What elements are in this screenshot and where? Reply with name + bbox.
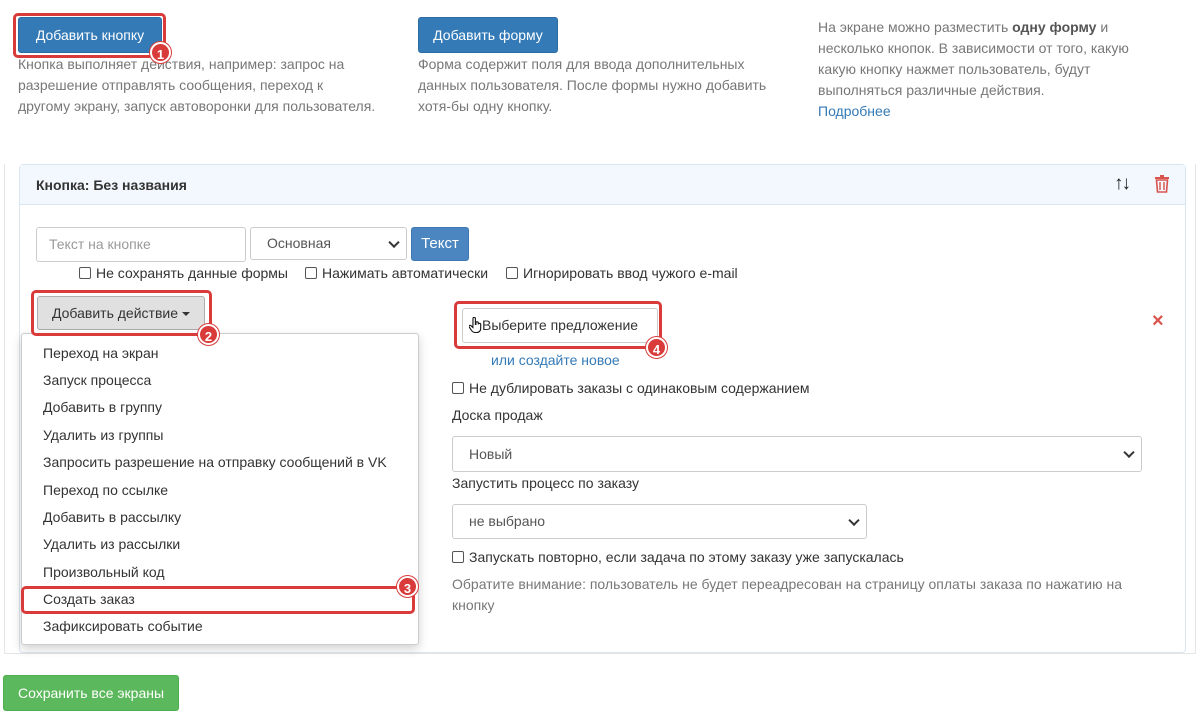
more-link[interactable]: Подробнее (818, 103, 891, 119)
menu-item-track-event[interactable]: Зафиксировать событие (43, 618, 203, 634)
sales-board-select[interactable]: Новый (452, 436, 1142, 472)
create-new-offer-link[interactable]: или создайте новое (491, 352, 620, 368)
screen-info-text: На экране можно разместить одну форму и … (818, 17, 1158, 122)
button-text-input[interactable]: Текст на кнопке (36, 227, 246, 262)
sales-board-label: Доска продаж (452, 407, 543, 423)
no-duplicate-orders-checkbox[interactable]: Не дублировать заказы с одинаковым содер… (452, 380, 810, 396)
menu-item-custom-code[interactable]: Произвольный код (43, 564, 165, 580)
callout-frame-1 (13, 13, 166, 58)
menu-item-request-vk-permission[interactable]: Запросить разрешение на отправку сообщен… (43, 454, 387, 470)
callout-badge-2: 2 (198, 324, 219, 345)
auto-press-checkbox[interactable]: Нажимать автоматически (305, 265, 488, 281)
outer-frame-bottom (4, 653, 1196, 654)
sales-board-value: Новый (469, 446, 513, 462)
menu-item-go-to-screen[interactable]: Переход на экран (43, 345, 158, 361)
rerun-process-label: Запускать повторно, если задача по этому… (469, 549, 904, 565)
callout-frame-2 (31, 290, 212, 336)
add-form-description: Форма содержит поля для ввода дополнител… (418, 56, 767, 114)
run-process-select[interactable]: не выбрано (452, 504, 867, 539)
remove-action-icon[interactable]: × (1152, 310, 1164, 333)
order-redirect-note: Обратите внимание: пользователь не будет… (452, 576, 1123, 613)
run-process-label: Запустить процесс по заказу (452, 475, 639, 491)
no-save-form-checkbox[interactable]: Не сохранять данные формы (79, 265, 288, 281)
checkbox-box[interactable] (452, 382, 464, 394)
callout-badge-3: 3 (397, 576, 418, 597)
callout-badge-4: 4 (646, 337, 667, 358)
add-form-button[interactable]: Добавить форму (418, 17, 558, 53)
info-text-pre: На экране можно разместить (818, 19, 1013, 35)
button-style-select[interactable]: Основная (250, 227, 407, 260)
menu-item-follow-link[interactable]: Переход по ссылке (43, 482, 168, 498)
menu-item-add-to-mailing[interactable]: Добавить в рассылку (43, 509, 181, 525)
chevron-down-icon (848, 514, 860, 526)
checkbox-box[interactable] (452, 551, 464, 563)
text-button[interactable]: Текст (411, 227, 469, 261)
callout-frame-3 (21, 586, 415, 614)
save-all-screens-button[interactable]: Сохранить все экраны (3, 675, 179, 711)
panel-title: Кнопка: Без названия (36, 177, 187, 193)
ignore-email-label: Игнорировать ввод чужого e-mail (523, 265, 738, 281)
chevron-down-icon (1123, 446, 1135, 459)
callout-badge-1: 1 (150, 42, 171, 63)
menu-item-remove-from-group[interactable]: Удалить из группы (43, 427, 163, 443)
outer-frame-right (1195, 164, 1196, 654)
no-save-form-label: Не сохранять данные формы (96, 265, 288, 281)
menu-item-remove-from-mailing[interactable]: Удалить из рассылки (43, 536, 180, 552)
checkbox-box[interactable] (305, 267, 317, 279)
move-arrows-icon[interactable]: ↑↓ (1114, 173, 1131, 195)
panel-heading: Кнопка: Без названия ↑↓ (20, 165, 1185, 205)
ignore-email-checkbox[interactable]: Игнорировать ввод чужого e-mail (506, 265, 738, 281)
chevron-down-icon (388, 236, 400, 248)
rerun-process-checkbox[interactable]: Запускать повторно, если задача по этому… (452, 549, 904, 565)
auto-press-label: Нажимать автоматически (322, 265, 489, 281)
run-process-value: не выбрано (469, 513, 546, 529)
outer-frame-left (4, 164, 5, 653)
info-text-bold: одну форму (1012, 19, 1097, 35)
no-duplicate-orders-label: Не дублировать заказы с одинаковым содер… (469, 380, 810, 396)
button-style-value: Основная (267, 235, 331, 251)
add-button-description: Кнопка выполняет действия, например: зап… (18, 56, 376, 114)
trash-icon[interactable] (1155, 175, 1169, 193)
callout-frame-4 (454, 301, 662, 349)
checkbox-box[interactable] (506, 267, 518, 279)
menu-item-start-process[interactable]: Запуск процесса (43, 372, 151, 388)
menu-item-add-to-group[interactable]: Добавить в группу (43, 399, 162, 415)
checkbox-box[interactable] (79, 267, 91, 279)
